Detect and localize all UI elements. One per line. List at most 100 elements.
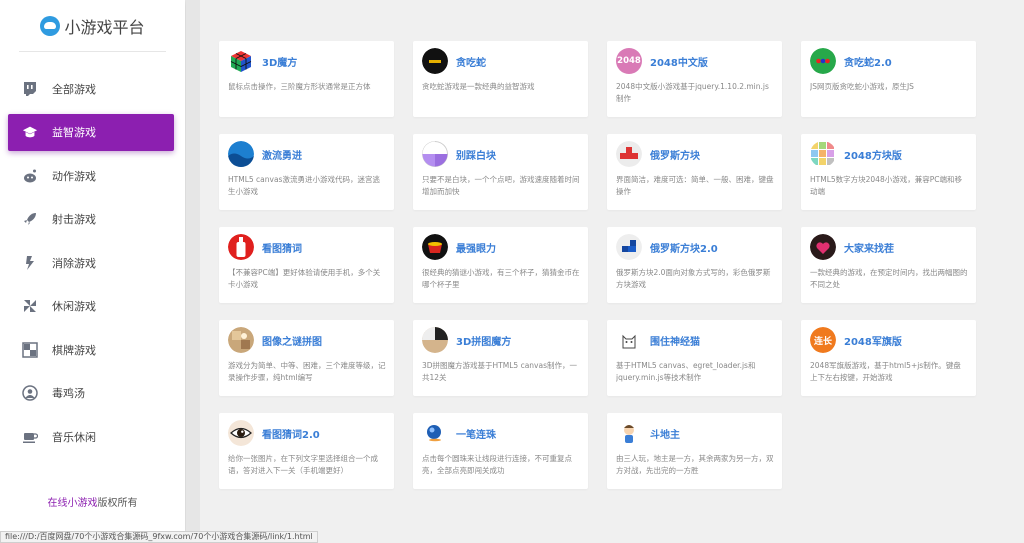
sidebar-item-label: 射击游戏 <box>52 213 96 226</box>
game-title[interactable]: 围住神经猫 <box>650 333 700 348</box>
sidebar-item-label: 动作游戏 <box>52 169 96 183</box>
game-card[interactable]: 斗地主由三人玩，地主是一方，其余两家为另一方，双方对战，先出完的一方胜 <box>607 413 782 489</box>
sidebar-item-6[interactable]: 棋牌游戏 <box>8 331 174 368</box>
copyright-link[interactable]: 在线小游戏 <box>48 498 98 509</box>
game-title[interactable]: 2048中文版 <box>650 54 708 69</box>
category-nav: 全部游戏益智游戏动作游戏射击游戏消除游戏休闲游戏棋牌游戏毒鸡汤音乐休闲 <box>0 70 185 455</box>
game-card[interactable]: 3D魔方 鼠标点击操作，三阶魔方形状通常是正方体 <box>219 41 394 117</box>
game-description: 一款经典的游戏，在预定时间内，找出两幅图的不同之处 <box>810 268 968 289</box>
game-card-header: 俄罗斯方块 <box>616 140 774 168</box>
sidebar-item-7[interactable]: 毒鸡汤 <box>8 375 174 412</box>
sidebar-item-5[interactable]: 休闲游戏 <box>8 288 174 325</box>
cloud-logo-icon <box>40 15 61 36</box>
game-title[interactable]: 看图猜词 <box>262 240 302 255</box>
heart-dark-thumbnail <box>810 234 836 260</box>
game-title[interactable]: 3D魔方 <box>262 54 297 69</box>
sidebar-item-0[interactable]: 全部游戏 <box>8 70 174 107</box>
game-title[interactable]: 俄罗斯方块2.0 <box>650 240 718 255</box>
game-card[interactable]: 俄罗斯方块2.0 俄罗斯方块2.0面向对象方式写的，彩色俄罗斯方块游戏 <box>607 227 782 303</box>
content-divider <box>186 0 200 543</box>
lightning-icon <box>22 255 38 271</box>
graduation-cap-icon <box>22 124 38 140</box>
sidebar-item-label: 毒鸡汤 <box>52 387 85 400</box>
game-title[interactable]: 贪吃蛇2.0 <box>844 54 892 69</box>
sidebar-item-label: 全部游戏 <box>52 82 96 96</box>
game-title[interactable]: 2048方块版 <box>844 147 902 162</box>
game-description: 很经典的猜谜小游戏，有三个杯子，猜猜金币在哪个杯子里 <box>422 268 580 289</box>
red-cup-thumbnail <box>422 234 448 260</box>
game-title[interactable]: 斗地主 <box>650 426 680 441</box>
game-card[interactable]: 3D拼图魔方 3D拼图魔方游戏基于HTML5 canvas制作，一共12关 <box>413 320 588 396</box>
logo[interactable]: 小游戏平台 <box>19 0 166 52</box>
game-card-header: 3D拼图魔方 <box>422 326 580 354</box>
user-icon <box>22 385 38 401</box>
game-card[interactable]: 围住神经猫基于HTML5 canvas、egret_loader.js和jque… <box>607 320 782 396</box>
photo-puzzle-thumbnail <box>228 327 254 353</box>
game-card[interactable]: 图像之谜拼图游戏分为简单、中等、困难，三个难度等级，记录操作步骤，纯html编写 <box>219 320 394 396</box>
game-card[interactable]: 贪吃蛇2.0 JS网页版贪吃蛇小游戏，原生JS <box>801 41 976 117</box>
lianzhang-badge: 连长 <box>810 327 836 353</box>
twitch-icon <box>22 81 38 97</box>
game-card[interactable]: 2048方块版 HTML5数字方块2048小游戏，兼容PC端和移动端 <box>801 134 976 210</box>
game-card[interactable]: 连长 2048军旗版 2048军旗版游戏，基于html5+js制作。键盘上下左右按键… <box>801 320 976 396</box>
game-card[interactable]: 一笔连珠 点击每个圆珠来让线段进行连接，不可重复点亮，全部点亮即闯关成功 <box>413 413 588 489</box>
chessboard-icon <box>22 341 38 358</box>
sidebar-item-8[interactable]: 音乐休闲 <box>8 418 174 455</box>
game-card-header: 围住神经猫 <box>616 326 774 354</box>
game-title[interactable]: 俄罗斯方块 <box>650 147 700 162</box>
game-card[interactable]: 2048 2048中文版 2048中文版小游戏基于jquery.1.10.2.min… <box>607 41 782 117</box>
game-description: 游戏分为简单、中等、困难，三个难度等级，记录操作步骤，纯html编写 <box>228 361 386 382</box>
game-description: 贪吃蛇游戏是一款经典的益智游戏 <box>422 82 535 91</box>
sidebar-item-2[interactable]: 动作游戏 <box>8 157 174 194</box>
game-card-header: 最强眼力 <box>422 233 580 261</box>
eye-thumbnail <box>228 420 254 446</box>
game-title[interactable]: 大家来找茬 <box>844 240 894 255</box>
game-card[interactable]: 别踩白块只要不是白块，一个个点吧，游戏速度随着时间增加而加快 <box>413 134 588 210</box>
game-title[interactable]: 最强眼力 <box>456 240 496 255</box>
game-card[interactable]: 最强眼力很经典的猜谜小游戏，有三个杯子，猜猜金币在哪个杯子里 <box>413 227 588 303</box>
game-title[interactable]: 别踩白块 <box>456 147 496 162</box>
game-title[interactable]: 看图猜词2.0 <box>262 426 320 441</box>
sidebar-item-1[interactable]: 益智游戏 <box>8 113 174 151</box>
game-description: 俄罗斯方块2.0面向对象方式写的，彩色俄罗斯方块游戏 <box>616 268 771 289</box>
game-card[interactable]: 俄罗斯方块 界面简洁，难度可选：简单、一般、困难，键盘操作 <box>607 134 782 210</box>
game-title[interactable]: 图像之谜拼图 <box>262 333 322 348</box>
game-title[interactable]: 3D拼图魔方 <box>456 333 511 348</box>
sidebar-item-3[interactable]: 射击游戏 <box>8 201 174 238</box>
sidebar: 小游戏平台 全部游戏益智游戏动作游戏射击游戏消除游戏休闲游戏棋牌游戏毒鸡汤音乐休… <box>0 0 185 543</box>
game-card-header: 斗地主 <box>616 419 774 447</box>
color-grid-thumbnail <box>810 141 836 167</box>
game-title[interactable]: 一笔连珠 <box>456 426 496 441</box>
game-description: 由三人玩，地主是一方，其余两家为另一方，双方对战，先出完的一方胜 <box>616 454 774 475</box>
sidebar-item-label: 音乐休闲 <box>52 430 96 444</box>
red-bottle-thumbnail <box>228 234 254 260</box>
game-card[interactable]: 看图猜词2.0 给你一张图片，在下列文字里选择组合一个成语，答对进入下一关（手机端… <box>219 413 394 489</box>
game-card[interactable]: 看图猜词【不兼容PC端】更好体验请使用手机，多个关卡小游戏 <box>219 227 394 303</box>
game-card-header: 看图猜词2.0 <box>228 419 386 447</box>
game-card-header: 3D魔方 <box>228 47 386 75</box>
game-card-header: 2048 2048中文版 <box>616 47 774 75</box>
sidebar-item-label: 消除游戏 <box>52 256 96 270</box>
tetris-red-thumbnail <box>616 141 642 167</box>
game-card-header: 看图猜词 <box>228 233 386 261</box>
tetris-blue-thumbnail <box>616 234 642 260</box>
game-card[interactable]: 大家来找茬一款经典的游戏，在预定时间内，找出两幅图的不同之处 <box>801 227 976 303</box>
game-title[interactable]: 2048军旗版 <box>844 333 902 348</box>
game-description: 2048军旗版游戏，基于html5+js制作。键盘上下左右按键，开始游戏 <box>810 361 961 382</box>
game-card-header: 2048方块版 <box>810 140 968 168</box>
cat-outline-thumbnail <box>616 327 642 353</box>
game-description: HTML5数字方块2048小游戏，兼容PC端和移动端 <box>810 175 962 196</box>
game-description: 基于HTML5 canvas、egret_loader.js和jquery.mi… <box>616 361 756 382</box>
sidebar-item-label: 棋牌游戏 <box>52 343 96 357</box>
snake-black-thumbnail <box>422 48 448 74</box>
game-title[interactable]: 贪吃蛇 <box>456 54 486 69</box>
game-card[interactable]: 激流勇进 HTML5 canvas激流勇进小游戏代码，迷宫逃生小游戏 <box>219 134 394 210</box>
game-description: 只要不是白块，一个个点吧，游戏速度随着时间增加而加快 <box>422 175 580 196</box>
game-card[interactable]: 贪吃蛇贪吃蛇游戏是一款经典的益智游戏 <box>413 41 588 117</box>
game-card-header: 连长 2048军旗版 <box>810 326 968 354</box>
logo-text: 小游戏平台 <box>64 17 145 37</box>
sidebar-item-4[interactable]: 消除游戏 <box>8 244 174 281</box>
game-title[interactable]: 激流勇进 <box>262 147 302 162</box>
game-description: 给你一张图片，在下列文字里选择组合一个成语，答对进入下一关（手机端更好） <box>228 454 378 475</box>
game-description: 【不兼容PC端】更好体验请使用手机，多个关卡小游戏 <box>228 268 381 289</box>
